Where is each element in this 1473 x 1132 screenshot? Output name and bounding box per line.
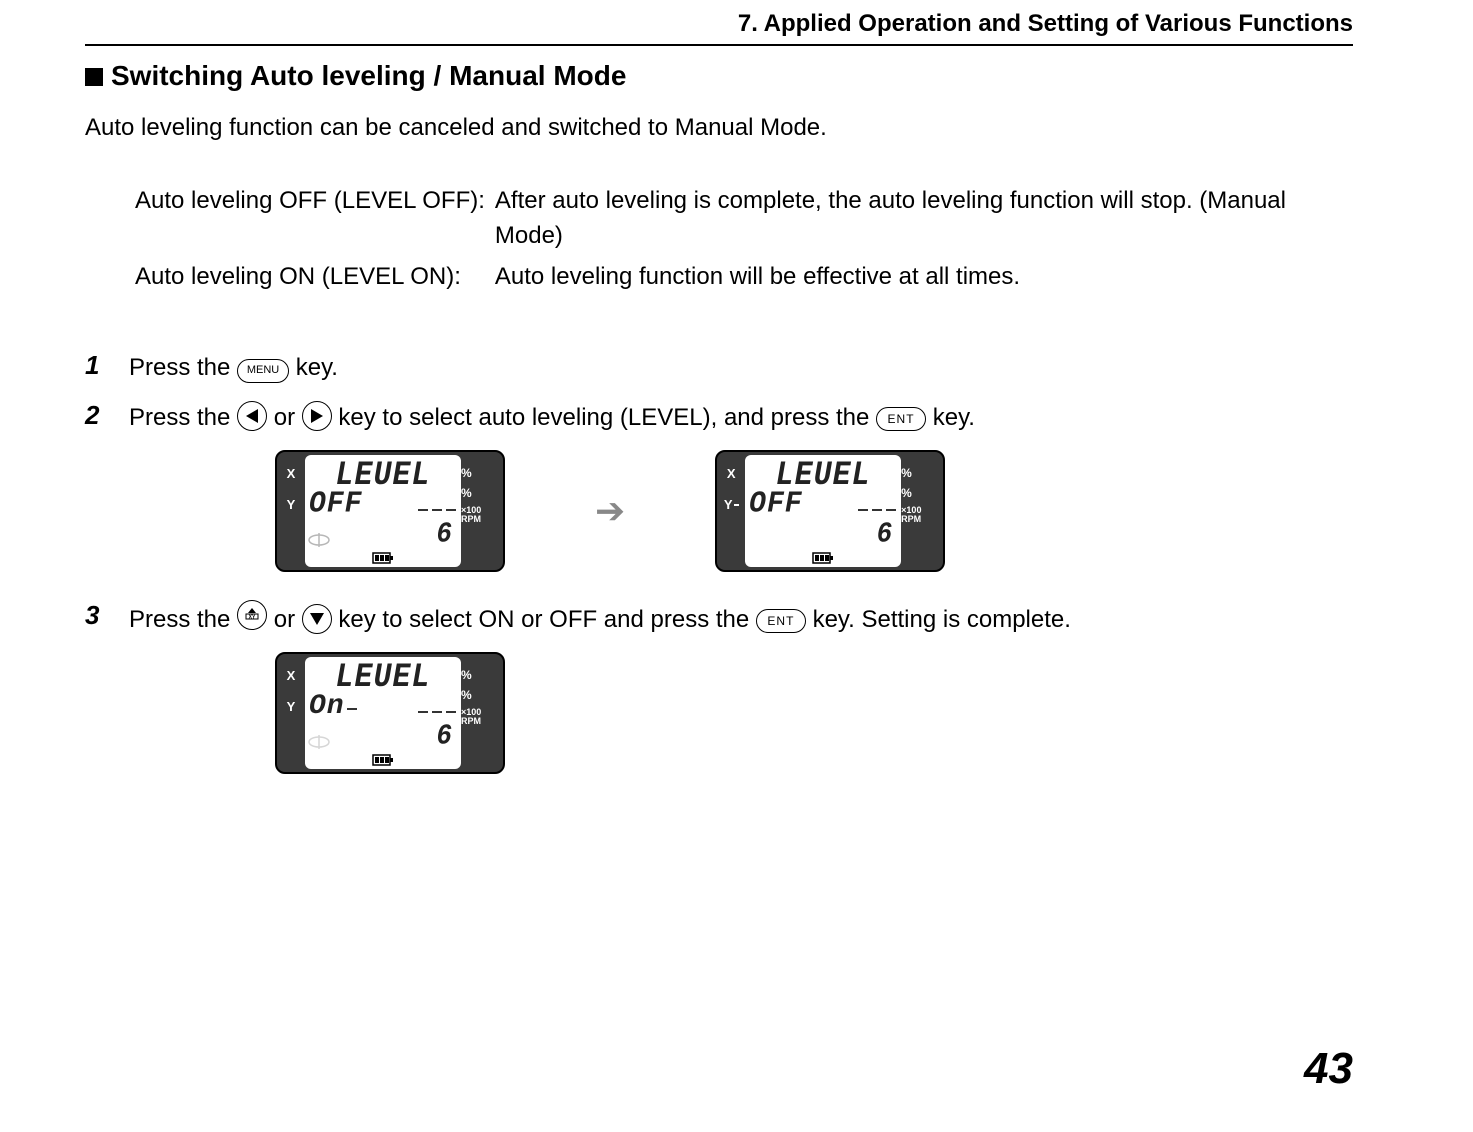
lcd-transition-row: X Y LEUEL OFF 6 % bbox=[275, 450, 1353, 572]
ent-key-icon: ENT bbox=[876, 407, 926, 431]
lcd-line2: OFF bbox=[309, 490, 362, 521]
lcd-pct-label: % bbox=[901, 486, 912, 500]
battery-icon bbox=[812, 551, 834, 565]
text-fragment: key to select ON or OFF and press the bbox=[338, 606, 756, 633]
step-1: 1 Press the MENU key. bbox=[85, 350, 1353, 386]
lcd-pct-label: % bbox=[901, 466, 912, 480]
section-title: Switching Auto leveling / Manual Mode bbox=[85, 60, 1353, 92]
def-label-on: Auto leveling ON (LEVEL ON): bbox=[135, 260, 495, 301]
step-text: Press the or key to select auto leveling… bbox=[129, 400, 975, 436]
lcd-single-row: X Y LEUEL On 6 % bbox=[275, 652, 1353, 774]
step-number: 1 bbox=[85, 350, 129, 381]
text-fragment: key to select auto leveling (LEVEL), and… bbox=[338, 404, 876, 431]
step-text: Press the XY or key to select ON or OFF … bbox=[129, 600, 1071, 638]
text-fragment: key. bbox=[933, 404, 975, 431]
def-label-off: Auto leveling OFF (LEVEL OFF): bbox=[135, 184, 495, 260]
step-number: 2 bbox=[85, 400, 129, 431]
lcd-x-label: X bbox=[287, 466, 296, 481]
lcd-rpm-label: RPM bbox=[901, 515, 921, 524]
definitions: Auto leveling OFF (LEVEL OFF): After aut… bbox=[135, 184, 1353, 300]
def-text-off: After auto leveling is complete, the aut… bbox=[495, 184, 1353, 260]
lcd-x-label: X bbox=[727, 466, 736, 481]
lcd-pct-label: % bbox=[461, 466, 472, 480]
down-arrow-key-icon bbox=[302, 604, 332, 634]
section-title-text: Switching Auto leveling / Manual Mode bbox=[111, 60, 626, 91]
battery-icon bbox=[372, 551, 394, 565]
page-number: 43 bbox=[1304, 1044, 1353, 1094]
lcd-rpm-value: 6 bbox=[877, 518, 894, 551]
lcd-pct-label: % bbox=[461, 668, 472, 682]
lcd-line1: LEUEL bbox=[335, 661, 430, 696]
lcd-pct-label: % bbox=[461, 688, 472, 702]
header-rule bbox=[85, 44, 1353, 46]
text-fragment: or bbox=[274, 404, 302, 431]
text-fragment: Press the bbox=[129, 606, 237, 633]
text-fragment: key. bbox=[296, 354, 338, 381]
rotor-icon bbox=[307, 531, 331, 549]
step-number: 3 bbox=[85, 600, 129, 631]
lcd-y-label: Y bbox=[287, 497, 296, 512]
lcd-display-level-off-2: X Y LEUEL OFF 6 % % ×100 bbox=[715, 450, 945, 572]
text-fragment: or bbox=[274, 606, 302, 633]
lcd-rpm-label: RPM bbox=[461, 515, 481, 524]
lcd-line2: OFF bbox=[749, 490, 802, 521]
xy-up-key-icon: XY bbox=[237, 600, 267, 630]
menu-key-icon: MENU bbox=[237, 359, 289, 383]
right-arrow-key-icon bbox=[302, 401, 332, 431]
step-text: Press the MENU key. bbox=[129, 350, 338, 386]
lcd-rpm-value: 6 bbox=[436, 518, 453, 551]
def-text-on: Auto leveling function will be effective… bbox=[495, 260, 1353, 301]
arrow-right-icon: ➔ bbox=[595, 490, 625, 532]
lcd-rpm-label: RPM bbox=[461, 717, 481, 726]
lcd-x-label: X bbox=[287, 668, 296, 683]
lcd-dashes bbox=[417, 711, 457, 713]
step-3: 3 Press the XY or key to select ON or OF… bbox=[85, 600, 1353, 638]
chapter-header: 7. Applied Operation and Setting of Vari… bbox=[85, 10, 1353, 44]
step-2: 2 Press the or key to select auto leveli… bbox=[85, 400, 1353, 436]
square-bullet-icon bbox=[85, 68, 103, 86]
svg-text:XY: XY bbox=[249, 615, 256, 621]
lcd-pct-label: % bbox=[461, 486, 472, 500]
ent-key-icon: ENT bbox=[756, 609, 806, 633]
intro-text: Auto leveling function can be canceled a… bbox=[85, 114, 1353, 142]
text-fragment: Press the bbox=[129, 404, 237, 431]
lcd-dashes bbox=[417, 509, 457, 511]
text-fragment: Press the bbox=[129, 354, 237, 381]
lcd-display-level-on: X Y LEUEL On 6 % bbox=[275, 652, 505, 774]
lcd-y-label: Y bbox=[287, 699, 296, 714]
text-fragment: key. Setting is complete. bbox=[813, 606, 1071, 633]
lcd-dashes bbox=[857, 509, 897, 511]
battery-icon bbox=[372, 753, 394, 767]
lcd-display-level-off-1: X Y LEUEL OFF 6 % bbox=[275, 450, 505, 572]
left-arrow-key-icon bbox=[237, 401, 267, 431]
lcd-y-label: Y bbox=[724, 497, 733, 512]
rotor-icon bbox=[307, 733, 331, 751]
lcd-rpm-value: 6 bbox=[436, 720, 453, 753]
